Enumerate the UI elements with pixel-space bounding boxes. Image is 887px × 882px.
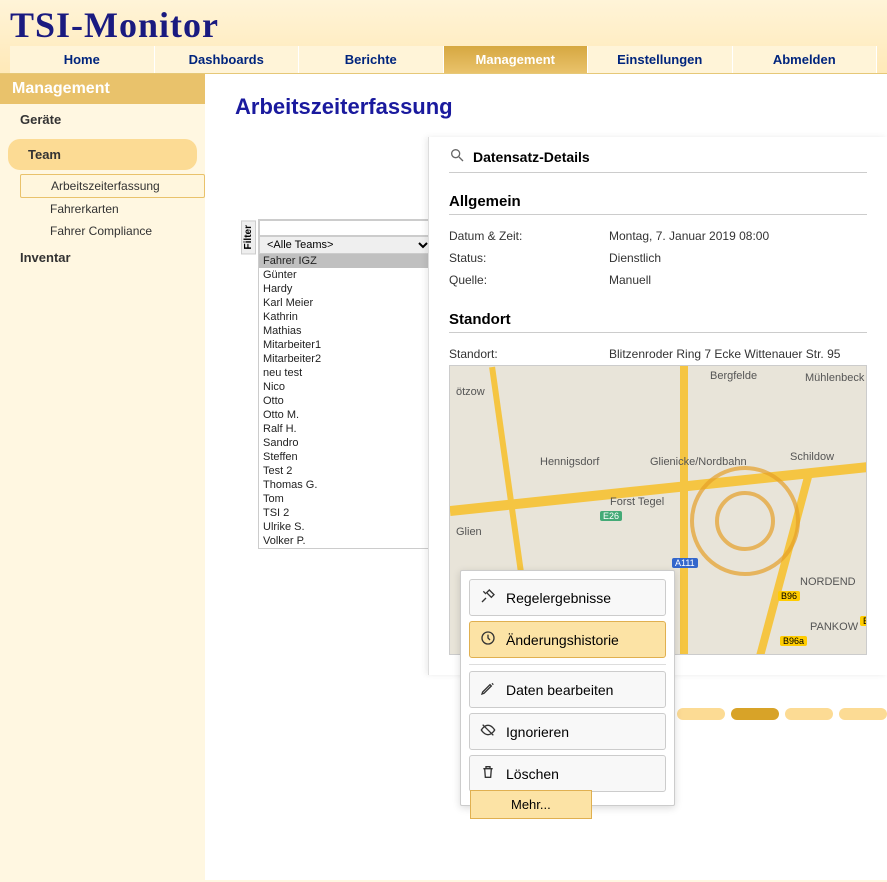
action-label: Änderungshistorie <box>506 632 619 648</box>
person-item[interactable]: Volker P. <box>259 534 432 548</box>
pill[interactable] <box>785 708 833 720</box>
map-place: Mühlenbeck <box>805 372 864 384</box>
section-location: Standort <box>449 311 867 333</box>
nav-management[interactable]: Management <box>444 46 589 73</box>
person-item[interactable]: Sandro <box>259 436 432 450</box>
action-historie[interactable]: Änderungshistorie <box>469 621 666 658</box>
app-logo: TSI-Monitor <box>10 4 877 46</box>
map-badge: A111 <box>672 558 698 568</box>
person-item[interactable]: Steffen <box>259 450 432 464</box>
nav-berichte[interactable]: Berichte <box>299 46 444 73</box>
pill[interactable] <box>731 708 779 720</box>
top-nav: Home Dashboards Berichte Management Eins… <box>10 46 877 73</box>
mehr-button[interactable]: Mehr... <box>470 790 592 819</box>
value-datetime: Montag, 7. Januar 2019 08:00 <box>609 229 769 243</box>
map-place: Schildow <box>790 451 834 463</box>
nav-einstellungen[interactable]: Einstellungen <box>588 46 733 73</box>
value-location: Blitzenroder Ring 7 Ecke Wittenauer Str.… <box>609 347 840 361</box>
pill[interactable] <box>839 708 887 720</box>
tools-icon <box>480 588 496 607</box>
team-select[interactable]: <Alle Teams> <box>259 236 432 254</box>
person-item[interactable]: Kathrin <box>259 310 432 324</box>
map-place: Glienicke/Nordbahn <box>650 456 747 468</box>
value-source: Manuell <box>609 273 651 287</box>
person-item[interactable]: TSI 2 <box>259 506 432 520</box>
action-loeschen[interactable]: Löschen <box>469 755 666 792</box>
action-menu: Regelergebnisse Änderungshistorie Daten … <box>460 570 675 806</box>
map-place: Hennigsdorf <box>540 456 599 468</box>
details-header-text: Datensatz-Details <box>473 149 590 165</box>
person-item[interactable]: neu test <box>259 366 432 380</box>
label-status: Status: <box>449 251 609 265</box>
sidebar-title: Management <box>0 74 205 104</box>
magnifier-icon <box>449 147 465 166</box>
sidebar-sub-fahrerkarten[interactable]: Fahrerkarten <box>20 198 205 220</box>
eye-off-icon <box>480 722 496 741</box>
action-label: Daten bearbeiten <box>506 682 613 698</box>
label-location: Standort: <box>449 347 609 361</box>
divider <box>469 664 666 665</box>
person-item[interactable]: Fahrer IGZ <box>259 254 432 268</box>
sidebar: Management Geräte Team Arbeitszeiterfass… <box>0 74 205 880</box>
filter-panel: Filter <Alle Teams> Fahrer IGZGünterHard… <box>258 219 433 549</box>
action-ignorieren[interactable]: Ignorieren <box>469 713 666 750</box>
sidebar-sub-arbeitszeit[interactable]: Arbeitszeiterfassung <box>20 174 205 198</box>
nav-dashboards[interactable]: Dashboards <box>155 46 300 73</box>
map-badge: B10 <box>860 616 867 626</box>
action-regelergebnisse[interactable]: Regelergebnisse <box>469 579 666 616</box>
label-source: Quelle: <box>449 273 609 287</box>
person-item[interactable]: Ulrike S. <box>259 520 432 534</box>
page-title: Arbeitszeiterfassung <box>235 94 857 120</box>
map-place: NORDEND <box>800 576 856 588</box>
action-bearbeiten[interactable]: Daten bearbeiten <box>469 671 666 708</box>
action-label: Löschen <box>506 766 559 782</box>
section-general: Allgemein <box>449 193 867 215</box>
person-item[interactable]: Mitarbeiter2 <box>259 352 432 366</box>
timeline-pills <box>677 708 887 720</box>
person-item[interactable]: Test 2 <box>259 464 432 478</box>
map-place: Bergfelde <box>710 370 757 382</box>
person-item[interactable]: Otto M. <box>259 408 432 422</box>
history-icon <box>480 630 496 649</box>
sidebar-sub-compliance[interactable]: Fahrer Compliance <box>20 220 205 242</box>
person-item[interactable]: Nico <box>259 380 432 394</box>
edit-icon <box>480 680 496 699</box>
map-badge: B96 <box>778 591 800 601</box>
person-item[interactable]: Hardy <box>259 282 432 296</box>
person-list: Fahrer IGZGünterHardyKarl MeierKathrinMa… <box>259 254 432 548</box>
person-item[interactable]: Karl Meier <box>259 296 432 310</box>
map-place: PANKOW <box>810 621 858 633</box>
action-label: Regelergebnisse <box>506 590 611 606</box>
nav-home[interactable]: Home <box>10 46 155 73</box>
map-place: Glien <box>456 526 482 538</box>
action-label: Ignorieren <box>506 724 569 740</box>
person-item[interactable]: Günter <box>259 268 432 282</box>
sidebar-item-inventar[interactable]: Inventar <box>0 242 205 273</box>
map-place: Forst Tegel <box>610 496 664 508</box>
map-place: ötzow <box>456 386 485 398</box>
person-item[interactable]: Thomas G. <box>259 478 432 492</box>
filter-search-input[interactable] <box>259 220 432 236</box>
sidebar-item-geraete[interactable]: Geräte <box>0 104 205 135</box>
label-datetime: Datum & Zeit: <box>449 229 609 243</box>
filter-tab[interactable]: Filter <box>241 220 256 254</box>
map-badge: E26 <box>600 511 622 521</box>
person-item[interactable]: Mathias <box>259 324 432 338</box>
nav-abmelden[interactable]: Abmelden <box>733 46 878 73</box>
trash-icon <box>480 764 496 783</box>
pill[interactable] <box>677 708 725 720</box>
map-badge: B96a <box>780 636 807 646</box>
value-status: Dienstlich <box>609 251 661 265</box>
person-item[interactable]: Mitarbeiter1 <box>259 338 432 352</box>
person-item[interactable]: Otto <box>259 394 432 408</box>
sidebar-item-team[interactable]: Team <box>8 139 197 170</box>
person-item[interactable]: Ralf H. <box>259 422 432 436</box>
person-item[interactable]: Tom <box>259 492 432 506</box>
